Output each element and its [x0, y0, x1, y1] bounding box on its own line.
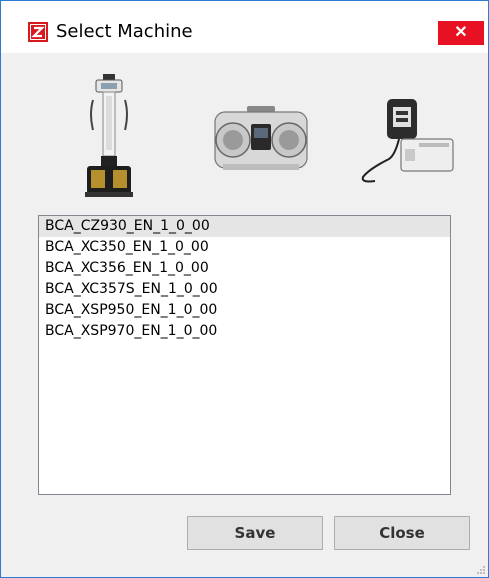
- list-item-bca-xsp950[interactable]: BCA_XSP950_EN_1_0_00: [39, 300, 450, 321]
- close-button[interactable]: Close: [334, 516, 470, 550]
- list-item-bca-xsp970[interactable]: BCA_XSP970_EN_1_0_00: [39, 321, 450, 342]
- close-window-button[interactable]: ✕: [438, 21, 484, 45]
- list-item-bca-cz930[interactable]: BCA_CZ930_EN_1_0_00: [39, 216, 450, 237]
- resize-grip-icon[interactable]: [476, 565, 486, 575]
- save-button[interactable]: Save: [187, 516, 323, 550]
- compact-analyzer-device-icon[interactable]: [359, 95, 457, 187]
- title-bar[interactable]: Select Machine ✕: [1, 1, 488, 53]
- window-title: Select Machine: [56, 21, 193, 42]
- list-item-bca-xc350[interactable]: BCA_XC350_EN_1_0_00: [39, 237, 450, 258]
- machine-model-list[interactable]: BCA_CZ930_EN_1_0_00 BCA_XC350_EN_1_0_00 …: [38, 215, 451, 495]
- app-logo-icon: [28, 22, 48, 42]
- select-machine-dialog: Select Machine ✕ BCA_CZ930_EN_1_0_00 BCA…: [0, 0, 489, 578]
- portable-analyzer-case-icon[interactable]: [211, 104, 311, 176]
- body-composition-analyzer-column-icon[interactable]: [79, 74, 139, 199]
- list-item-bca-xc357s[interactable]: BCA_XC357S_EN_1_0_00: [39, 279, 450, 300]
- list-item-bca-xc356[interactable]: BCA_XC356_EN_1_0_00: [39, 258, 450, 279]
